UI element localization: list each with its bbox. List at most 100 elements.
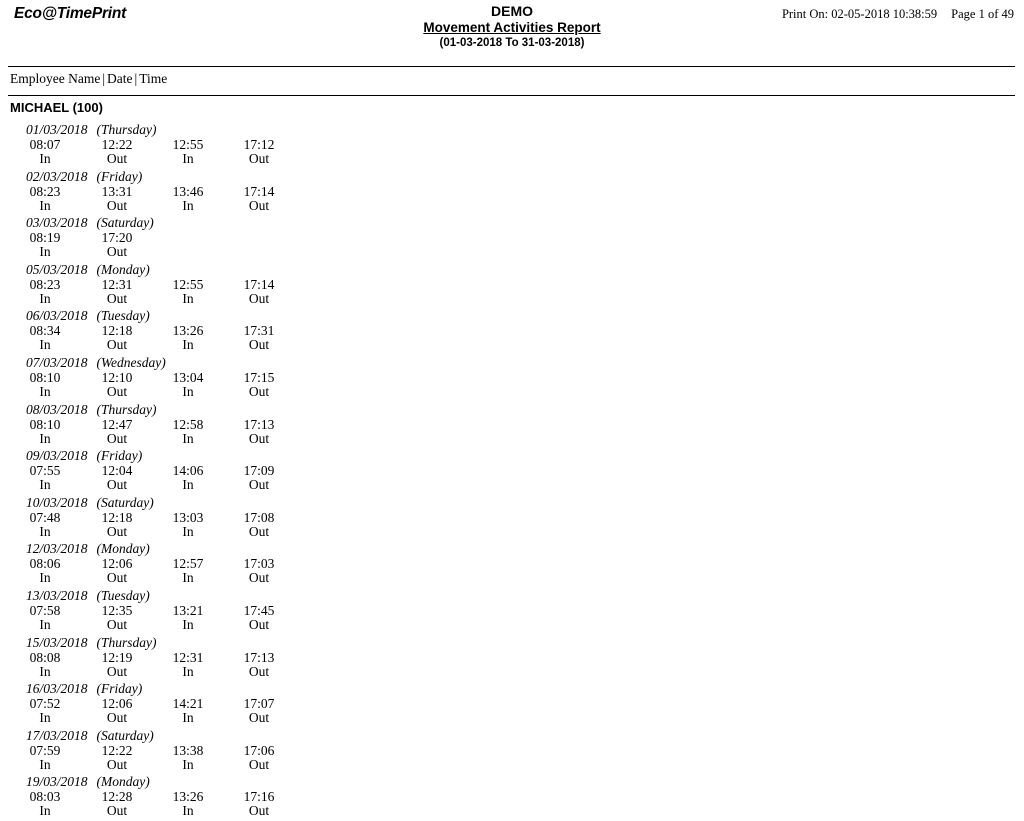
punch-type: In bbox=[182, 197, 194, 213]
punch-time: 17:15 bbox=[243, 369, 275, 385]
punch-times-row: 08:34 12:18 13:26 17:31 bbox=[0, 323, 1024, 338]
punch-labels-row: In Out In Out bbox=[0, 290, 1024, 306]
punch-times-row: 08:23 13:31 13:46 17:14 bbox=[0, 184, 1024, 199]
page-title: Movement Activities Report bbox=[423, 20, 601, 35]
punch-time: 08:23 bbox=[29, 276, 61, 292]
column-header-time: Time bbox=[139, 71, 168, 86]
punch-time: 12:04 bbox=[101, 463, 133, 479]
punch-time: 17:12 bbox=[243, 137, 275, 152]
punch-type: In bbox=[39, 616, 51, 632]
punch-time: 17:31 bbox=[243, 323, 275, 339]
punch-time: 08:10 bbox=[29, 369, 61, 385]
punch-time: 17:13 bbox=[243, 416, 275, 432]
employee-name-heading: MICHAEL (100) bbox=[10, 100, 103, 115]
day-date: 05/03/2018 bbox=[26, 261, 88, 277]
punch-times-row: 07:58 12:35 13:21 17:45 bbox=[0, 603, 1024, 618]
punch-time: 08:10 bbox=[29, 416, 61, 432]
day-block: 15/03/2018 (Thursday) 08:08 12:19 12:31 17:13… bbox=[0, 635, 1024, 682]
punch-time: 12:28 bbox=[101, 789, 133, 805]
day-of-week: (Wednesday) bbox=[96, 354, 166, 370]
day-date-line: 05/03/2018 (Monday) bbox=[0, 262, 1024, 277]
punch-type: Out bbox=[106, 197, 128, 213]
punch-times-row: 08:06 12:06 12:57 17:03 bbox=[0, 556, 1024, 571]
punch-labels-row: In Out In Out bbox=[0, 664, 1024, 679]
punch-time: 12:55 bbox=[172, 276, 204, 292]
punch-time: 12:18 bbox=[101, 323, 133, 339]
punch-type: Out bbox=[106, 570, 128, 586]
punch-labels-row: In Out In Out bbox=[0, 197, 1024, 213]
punch-time: 12:55 bbox=[172, 137, 204, 152]
day-block: 19/03/2018 (Monday) 08:03 12:28 13:26 17:16 In… bbox=[0, 774, 1024, 821]
punch-time: 12:57 bbox=[172, 556, 204, 572]
punch-time: 12:31 bbox=[101, 276, 133, 292]
punch-type: Out bbox=[248, 337, 270, 353]
print-timestamp: Print On: 02-05-2018 10:38:59 bbox=[781, 7, 938, 21]
punch-type: In bbox=[182, 803, 194, 819]
punch-time: 12:31 bbox=[172, 649, 204, 665]
punch-type: Out bbox=[106, 430, 128, 446]
column-header-row: Employee Name | Date | Time bbox=[10, 71, 167, 87]
report-date-range: (01-03-2018 To 31-03-2018) bbox=[439, 37, 585, 49]
day-date: 19/03/2018 bbox=[26, 774, 88, 790]
day-date-line: 12/03/2018 (Monday) bbox=[0, 541, 1024, 556]
punch-time: 17:06 bbox=[243, 742, 275, 758]
punch-times-row: 07:48 12:18 13:03 17:08 bbox=[0, 510, 1024, 525]
punch-time: 13:31 bbox=[101, 183, 133, 199]
punch-type: Out bbox=[248, 756, 270, 772]
day-of-week: (Thursday) bbox=[96, 634, 157, 650]
punch-type: In bbox=[39, 244, 51, 260]
day-date-line: 01/03/2018 (Thursday) bbox=[0, 122, 1024, 137]
punch-time: 13:26 bbox=[172, 323, 204, 339]
punch-time: 12:10 bbox=[101, 369, 133, 385]
punch-type: In bbox=[182, 337, 194, 353]
punch-type: Out bbox=[106, 244, 128, 260]
day-date: 10/03/2018 bbox=[26, 494, 88, 510]
day-of-week: (Thursday) bbox=[96, 401, 157, 417]
punch-labels-row: In Out In Out bbox=[0, 152, 1024, 166]
punch-time: 14:06 bbox=[172, 463, 204, 479]
day-of-week: (Friday) bbox=[96, 448, 143, 464]
punch-time: 12:22 bbox=[101, 137, 133, 152]
punch-labels-row: In Out bbox=[0, 245, 1024, 259]
punch-type: In bbox=[39, 477, 51, 493]
day-date-line: 07/03/2018 (Wednesday) bbox=[0, 355, 1024, 370]
day-date: 15/03/2018 bbox=[26, 634, 88, 650]
punch-time: 17:09 bbox=[243, 463, 275, 479]
column-header-employee-name: Employee Name bbox=[10, 71, 101, 86]
punch-type: In bbox=[182, 616, 194, 632]
punch-labels-row: In Out In Out bbox=[0, 756, 1024, 772]
punch-type: In bbox=[39, 523, 51, 539]
day-block: 03/03/2018 (Saturday) 08:19 17:20 In Out bbox=[0, 215, 1024, 262]
punch-type: Out bbox=[248, 383, 270, 399]
punch-type: Out bbox=[248, 290, 270, 306]
day-date-line: 10/03/2018 (Saturday) bbox=[0, 495, 1024, 510]
punch-time: 08:34 bbox=[29, 323, 61, 339]
punch-labels-row: In Out In Out bbox=[0, 523, 1024, 539]
punch-time: 08:19 bbox=[29, 230, 61, 246]
punch-type: Out bbox=[106, 803, 128, 819]
punch-labels-row: In Out In Out bbox=[0, 571, 1024, 585]
punch-labels-row: In Out In Out bbox=[0, 383, 1024, 399]
day-block: 17/03/2018 (Saturday) 07:59 12:22 13:38 17:06… bbox=[0, 728, 1024, 775]
day-date-line: 16/03/2018 (Friday) bbox=[0, 681, 1024, 696]
day-date: 01/03/2018 bbox=[26, 122, 88, 137]
punch-times-row: 08:10 12:47 12:58 17:13 bbox=[0, 417, 1024, 432]
day-date-line: 15/03/2018 (Thursday) bbox=[0, 635, 1024, 650]
punch-times-row: 08:19 17:20 bbox=[0, 230, 1024, 245]
punch-time: 12:47 bbox=[101, 416, 133, 432]
punch-type: Out bbox=[248, 430, 270, 446]
punch-time: 13:04 bbox=[172, 369, 204, 385]
punch-labels-row: In Out In Out bbox=[0, 804, 1024, 818]
report-body: MICHAEL (100) 01/03/2018 (Thursday) 08:07 1… bbox=[0, 100, 1024, 821]
day-date: 13/03/2018 bbox=[26, 587, 88, 603]
punch-type: In bbox=[39, 151, 51, 166]
day-of-week: (Saturday) bbox=[96, 727, 154, 743]
punch-time: 12:22 bbox=[101, 742, 133, 758]
punch-times-row: 08:03 12:28 13:26 17:16 bbox=[0, 789, 1024, 804]
punch-type: In bbox=[39, 803, 51, 819]
punch-time: 17:45 bbox=[243, 602, 275, 618]
punch-times-row: 07:55 12:04 14:06 17:09 bbox=[0, 463, 1024, 478]
punch-type: Out bbox=[106, 710, 128, 726]
punch-time: 12:58 bbox=[172, 416, 204, 432]
print-meta: Print On: 02-05-2018 10:38:59 Page 1 of 4… bbox=[782, 7, 1014, 21]
